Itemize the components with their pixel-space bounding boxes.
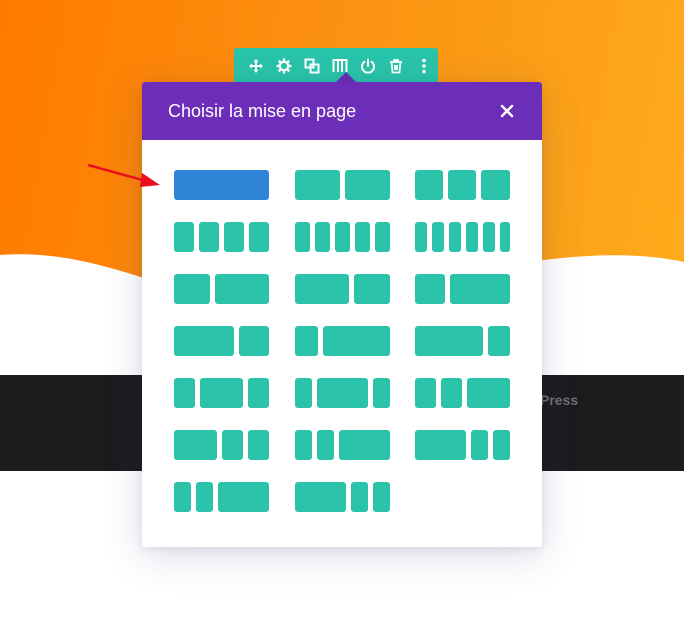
layout-2-5_3-5[interactable] — [174, 274, 269, 304]
layout-column — [335, 222, 350, 252]
trash-icon — [390, 59, 402, 74]
layout-1-4x4[interactable] — [174, 222, 269, 252]
layout-1-3_2-3[interactable] — [415, 274, 510, 304]
layout-1-5_1-5_3-5[interactable] — [295, 430, 390, 460]
layout-column — [373, 378, 390, 408]
layout-column — [295, 430, 312, 460]
layout-1-2_1-4_1-4[interactable] — [174, 430, 269, 460]
layout-column — [467, 378, 510, 408]
layout-column — [295, 274, 349, 304]
layout-column — [488, 326, 510, 356]
layout-column — [174, 430, 217, 460]
layout-modal: Choisir la mise en page — [142, 82, 542, 547]
layout-column — [415, 274, 445, 304]
layout-1-6_1-6_1-2[interactable] — [174, 482, 269, 512]
layout-column — [415, 430, 466, 460]
layout-column — [199, 222, 219, 252]
layout-1[interactable] — [174, 170, 269, 200]
layout-1-2_1-2[interactable] — [295, 170, 390, 200]
layout-column — [355, 222, 370, 252]
toggle-button[interactable] — [354, 48, 382, 84]
layout-column — [448, 170, 476, 200]
layout-column — [345, 170, 390, 200]
move-button[interactable] — [242, 48, 270, 84]
layout-column — [415, 222, 427, 252]
layout-1-6x6[interactable] — [415, 222, 510, 252]
layout-column — [295, 170, 340, 200]
layout-1-4_3-4[interactable] — [295, 326, 390, 356]
layout-column — [174, 378, 195, 408]
layout-3-5_2-5[interactable] — [295, 274, 390, 304]
layout-column — [200, 378, 243, 408]
layout-column — [500, 222, 510, 252]
layout-1-3_1-3_1-3[interactable] — [415, 170, 510, 200]
gear-icon — [276, 58, 292, 74]
layout-column — [373, 482, 390, 512]
layout-1-4_1-2_1-4[interactable] — [174, 378, 269, 408]
layout-column — [196, 482, 213, 512]
layout-column — [174, 222, 194, 252]
layout-1-4_1-4_1-2[interactable] — [415, 378, 510, 408]
layout-column — [493, 430, 510, 460]
layout-1-5_3-5_1-5[interactable] — [295, 378, 390, 408]
move-icon — [249, 59, 263, 73]
layout-1-5x5[interactable] — [295, 222, 390, 252]
layout-2-3_1-3[interactable] — [174, 326, 269, 356]
delete-button[interactable] — [382, 48, 410, 84]
layout-3-4_1-4[interactable] — [415, 326, 510, 356]
power-icon — [361, 58, 375, 74]
layout-column — [295, 482, 346, 512]
more-icon — [422, 58, 426, 74]
layout-column — [295, 378, 312, 408]
layout-column — [174, 170, 269, 200]
red-arrow-icon — [87, 163, 160, 187]
layout-column — [339, 430, 390, 460]
layout-column — [351, 482, 368, 512]
layout-column — [224, 222, 244, 252]
layout-column — [174, 326, 234, 356]
layout-column — [249, 222, 269, 252]
layout-column — [295, 222, 310, 252]
layout-3-5_1-5_1-5[interactable] — [415, 430, 510, 460]
layout-column — [432, 222, 444, 252]
layout-column — [450, 274, 510, 304]
layout-column — [466, 222, 478, 252]
layout-grid — [142, 82, 542, 547]
layout-column — [375, 222, 390, 252]
layout-column — [483, 222, 495, 252]
layout-column — [354, 274, 390, 304]
layout-column — [215, 274, 269, 304]
duplicate-icon — [304, 58, 320, 74]
settings-button[interactable] — [270, 48, 298, 84]
layout-column — [323, 326, 390, 356]
layout-column — [174, 482, 191, 512]
layout-column — [222, 430, 243, 460]
layout-column — [315, 222, 330, 252]
layout-column — [248, 378, 269, 408]
layout-column — [481, 170, 510, 200]
layout-column — [449, 222, 461, 252]
layout-column — [317, 430, 334, 460]
layout-column — [471, 430, 488, 460]
layout-column — [174, 274, 210, 304]
layout-column — [441, 378, 462, 408]
layout-column — [295, 326, 318, 356]
layout-column — [317, 378, 368, 408]
layout-column — [415, 170, 443, 200]
layout-column — [218, 482, 269, 512]
modal-pointer — [336, 72, 356, 82]
layout-column — [239, 326, 269, 356]
more-button[interactable] — [410, 48, 438, 84]
layout-column — [248, 430, 269, 460]
layout-1-2_1-6_1-6[interactable] — [295, 482, 390, 512]
layout-column — [415, 326, 483, 356]
duplicate-button[interactable] — [298, 48, 326, 84]
layout-column — [415, 378, 436, 408]
